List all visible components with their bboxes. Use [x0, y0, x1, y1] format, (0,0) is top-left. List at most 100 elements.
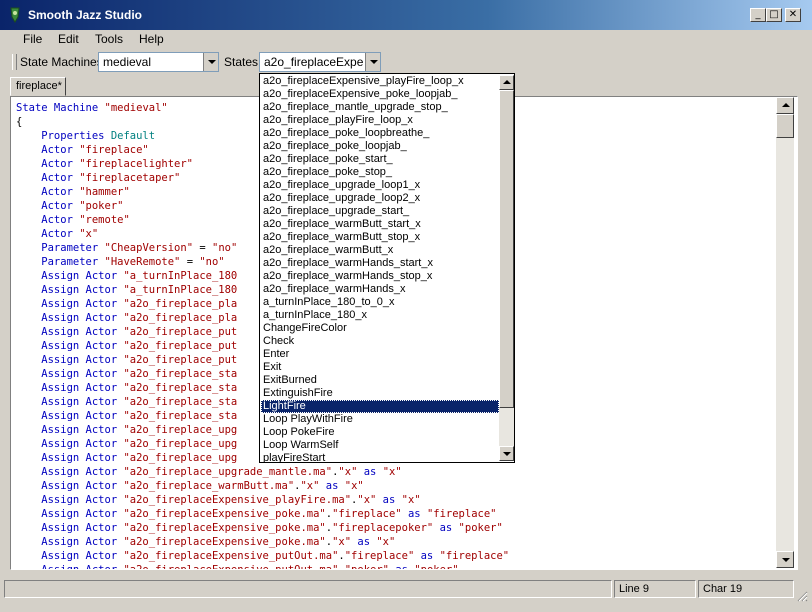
states-list-item[interactable]: a2o_fireplace_warmHands_stop_x — [261, 270, 499, 283]
states-list-item[interactable]: a2o_fireplace_upgrade_loop2_x — [261, 192, 499, 205]
arrow-up-icon — [503, 80, 511, 84]
tab-fireplace[interactable]: fireplace* — [10, 77, 66, 96]
scroll-thumb[interactable] — [776, 114, 794, 138]
states-list-item[interactable]: Loop PlayWithFire — [261, 413, 499, 426]
states-list-item[interactable]: ChangeFireColor — [261, 322, 499, 335]
code-token: "HaveRemote" — [104, 256, 181, 268]
states-list-item[interactable]: a2o_fireplace_upgrade_loop1_x — [261, 179, 499, 192]
states-dropdown-list[interactable]: a2o_fireplaceExpensive_playFire_loop_x a2… — [259, 73, 515, 463]
states-dropdown-button[interactable] — [365, 53, 380, 71]
states-list-item[interactable]: a2o_fireplace_playFire_loop_x — [261, 114, 499, 127]
states-list-item[interactable]: a2o_fireplace_warmButt_stop_x — [261, 231, 499, 244]
states-list-item[interactable]: a_turnInPlace_180_x — [261, 309, 499, 322]
code-token: "a2o_fireplace_upg — [123, 424, 238, 436]
code-token: "a2o_fireplace_sta — [123, 382, 238, 394]
state-machines-combobox[interactable]: medieval — [98, 52, 219, 72]
code-token: as — [357, 466, 383, 478]
states-list-item[interactable]: a2o_fireplace_poke_stop_ — [261, 166, 499, 179]
code-token: Assign Actor — [16, 340, 124, 352]
code-token: "x" — [382, 466, 402, 478]
code-token: Actor — [16, 228, 80, 240]
dropdown-scrollbar[interactable] — [499, 75, 514, 461]
code-line[interactable]: Assign Actor "a2o_fireplaceExpensive_pok… — [16, 507, 515, 521]
menu-edit[interactable]: Edit — [52, 31, 85, 47]
states-list-item[interactable]: Check — [261, 335, 499, 348]
code-token: "poker" — [414, 564, 459, 570]
code-token: "x" — [332, 536, 352, 548]
scroll-down-button[interactable] — [776, 551, 794, 568]
arrow-down-icon — [503, 452, 511, 456]
states-list-item[interactable]: ExtinguishFire — [261, 387, 499, 400]
code-token: = — [193, 242, 212, 254]
state-machines-dropdown-button[interactable] — [203, 53, 218, 71]
states-list-item[interactable]: a2o_fireplace_mantle_upgrade_stop_ — [261, 101, 499, 114]
maximize-button[interactable]: □ — [766, 8, 782, 22]
code-token: "a2o_fireplaceExpensive_poke.ma" — [123, 522, 326, 534]
states-list-item[interactable]: Enter — [261, 348, 499, 361]
states-list-item[interactable]: Exit — [261, 361, 499, 374]
menu-tools[interactable]: Tools — [89, 31, 129, 47]
code-token: Assign Actor — [16, 480, 124, 492]
code-token: "remote" — [79, 214, 130, 226]
code-token: Default — [110, 130, 156, 142]
code-token: "no" — [212, 242, 238, 254]
states-list-item[interactable]: a2o_fireplace_warmButt_x — [261, 244, 499, 257]
states-list-item[interactable]: a_turnInPlace_180_to_0_x — [261, 296, 499, 309]
menu-file[interactable]: File — [17, 31, 48, 47]
code-line[interactable]: Assign Actor "a2o_fireplaceExpensive_put… — [16, 549, 515, 563]
code-token: "x" — [79, 228, 99, 240]
code-token: Assign Actor — [16, 452, 124, 464]
dropdown-scroll-thumb[interactable] — [499, 90, 514, 408]
code-token: Assign Actor — [16, 396, 124, 408]
states-list-item[interactable]: a2o_fireplace_warmHands_x — [261, 283, 499, 296]
states-list-item[interactable]: a2o_fireplace_poke_loopbreathe_ — [261, 127, 499, 140]
states-list-item[interactable]: Loop PokeFire — [261, 426, 499, 439]
code-token: as — [389, 564, 415, 570]
states-list-item[interactable]: a2o_fireplace_upgrade_start_ — [261, 205, 499, 218]
states-combobox[interactable]: a2o_fireplaceExpens — [259, 52, 381, 72]
code-token: "x" — [338, 466, 358, 478]
menu-help[interactable]: Help — [133, 31, 170, 47]
code-line[interactable]: Assign Actor "a2o_fireplace_upgrade_mant… — [16, 465, 515, 479]
states-list-item[interactable]: a2o_fireplace_warmButt_start_x — [261, 218, 499, 231]
status-char-number: Char 19 — [698, 580, 794, 598]
code-token: Parameter — [16, 242, 105, 254]
code-line[interactable]: Assign Actor "a2o_fireplaceExpensive_pok… — [16, 521, 515, 535]
code-token: "a2o_fireplace_put — [123, 326, 238, 338]
code-line[interactable]: Assign Actor "a2o_fireplaceExpensive_put… — [16, 563, 515, 570]
code-token: Assign Actor — [16, 382, 124, 394]
code-token: "fireplace" — [79, 144, 149, 156]
states-list-item[interactable]: Loop WarmSelf — [261, 439, 499, 452]
states-list-item[interactable]: a2o_fireplaceExpensive_playFire_loop_x — [261, 75, 499, 88]
code-token: Assign Actor — [16, 536, 124, 548]
states-list-item[interactable]: a2o_fireplace_poke_start_ — [261, 153, 499, 166]
code-line[interactable]: Assign Actor "a2o_fireplaceExpensive_pok… — [16, 535, 515, 549]
dropdown-scroll-up-button[interactable] — [499, 75, 514, 90]
states-list-item[interactable]: a2o_fireplace_poke_loopjab_ — [261, 140, 499, 153]
code-token: Assign Actor — [16, 550, 124, 562]
states-list-item[interactable]: a2o_fireplaceExpensive_poke_loopjab_ — [261, 88, 499, 101]
toolbar-grip[interactable] — [12, 54, 17, 70]
code-token: "x" — [401, 494, 421, 506]
states-list-item[interactable]: LightFire — [261, 400, 499, 413]
scroll-up-button[interactable] — [776, 97, 794, 114]
code-token: Assign Actor — [16, 424, 124, 436]
close-button[interactable]: ✕ — [785, 8, 801, 22]
states-list-item[interactable]: playFireStart — [261, 452, 499, 462]
resize-grip-icon[interactable] — [796, 590, 808, 602]
code-line[interactable]: Assign Actor "a2o_fireplaceExpensive_pla… — [16, 493, 515, 507]
minimize-button[interactable]: _ — [750, 8, 766, 22]
editor-vertical-scrollbar[interactable] — [776, 97, 794, 568]
states-list-item[interactable]: a2o_fireplace_warmHands_start_x — [261, 257, 499, 270]
code-token: "a2o_fireplaceExpensive_playFire.ma" — [123, 494, 352, 506]
code-token: = — [180, 256, 200, 268]
code-token: "a2o_fireplaceExpensive_putOut.ma" — [123, 564, 339, 570]
code-token: Assign Actor — [16, 298, 124, 310]
code-token: Assign Actor — [16, 438, 124, 450]
code-token: "fireplace" — [344, 550, 415, 562]
dropdown-scroll-down-button[interactable] — [499, 446, 514, 461]
code-line[interactable]: Assign Actor "a2o_fireplace_warmButt.ma"… — [16, 479, 515, 493]
code-token: "a2o_fireplace_sta — [123, 396, 238, 408]
states-list-item[interactable]: ExitBurned — [261, 374, 499, 387]
code-token: "x" — [376, 536, 396, 548]
